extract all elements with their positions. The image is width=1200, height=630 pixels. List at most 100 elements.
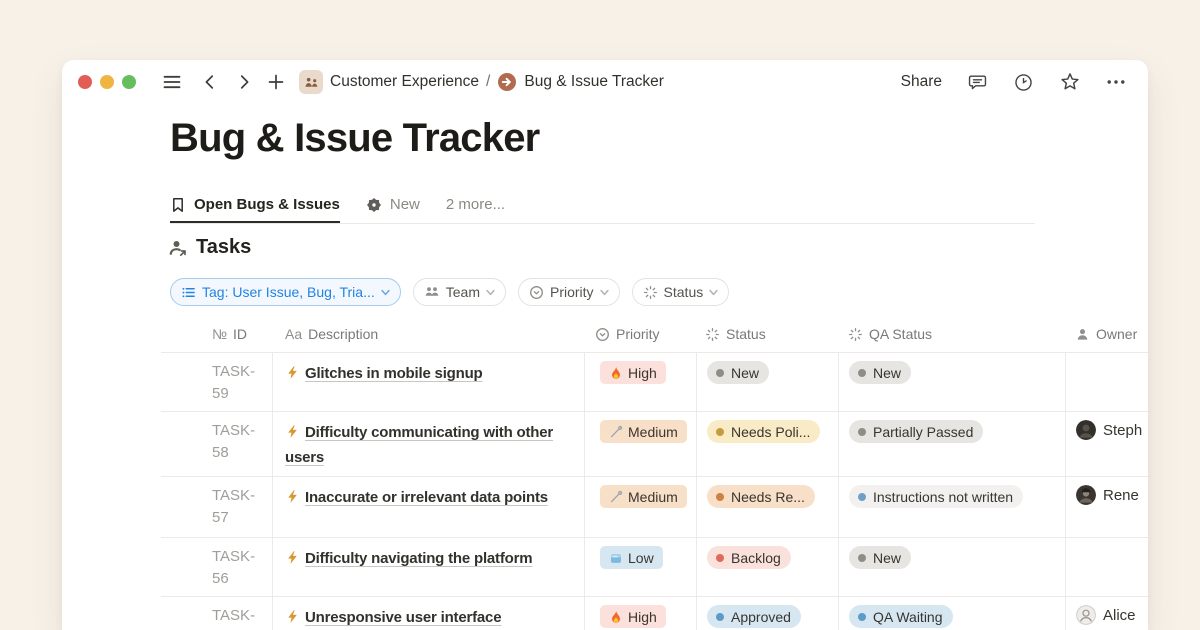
- column-header-owner[interactable]: Owner: [1066, 316, 1148, 352]
- task-link[interactable]: Inaccurate or irrelevant data points: [305, 489, 548, 506]
- task-link[interactable]: Difficulty communicating with other user…: [285, 424, 553, 466]
- cell-status[interactable]: New: [697, 353, 839, 411]
- status-pill[interactable]: Needs Re...: [707, 485, 815, 508]
- close-window-button[interactable]: [78, 75, 92, 89]
- cell-id[interactable]: TASK-56: [161, 538, 273, 596]
- cell-description[interactable]: Unresponsive user interface: [273, 597, 585, 630]
- filter-chip-team[interactable]: Team: [413, 278, 506, 306]
- priority-tag[interactable]: Medium: [600, 420, 687, 443]
- gear-icon: [366, 197, 382, 213]
- cell-qa-status[interactable]: New: [839, 538, 1066, 596]
- status-pill[interactable]: Backlog: [707, 546, 791, 569]
- status-pill[interactable]: New: [849, 361, 911, 384]
- cell-owner[interactable]: [1066, 353, 1148, 411]
- filter-chip-tag[interactable]: Tag: User Issue, Bug, Tria...: [170, 278, 401, 306]
- minimize-window-button[interactable]: [100, 75, 114, 89]
- status-pill[interactable]: New: [707, 361, 769, 384]
- status-pill[interactable]: Needs Poli...: [707, 420, 820, 443]
- needle-icon: [609, 490, 623, 504]
- priority-tag[interactable]: High: [600, 361, 666, 384]
- breadcrumb-page[interactable]: Bug & Issue Tracker: [524, 73, 664, 91]
- task-link[interactable]: Unresponsive user interface: [305, 609, 501, 626]
- new-page-plus-icon[interactable]: [267, 73, 285, 91]
- status-pill[interactable]: New: [849, 546, 911, 569]
- status-dot-icon: [858, 493, 866, 501]
- cell-owner[interactable]: Rene: [1066, 477, 1148, 537]
- workspace-people-icon[interactable]: [299, 70, 323, 94]
- tab-open-bugs-issues[interactable]: Open Bugs & Issues: [170, 188, 340, 223]
- back-icon[interactable]: [201, 73, 219, 91]
- column-header-qa-status[interactable]: QA Status: [839, 316, 1066, 352]
- status-pill[interactable]: Partially Passed: [849, 420, 983, 443]
- cell-description[interactable]: Inaccurate or irrelevant data points: [273, 477, 585, 537]
- status-dot-icon: [716, 428, 724, 436]
- status-dot-icon: [716, 613, 724, 621]
- fire-icon: [609, 366, 623, 380]
- cell-description[interactable]: Difficulty communicating with other user…: [273, 412, 585, 476]
- cell-priority[interactable]: Medium: [585, 477, 697, 537]
- window-toolbar: Customer Experience / Bug & Issue Tracke…: [62, 60, 1148, 104]
- column-header-priority[interactable]: Priority: [585, 316, 697, 352]
- lightning-bolt-icon: [285, 488, 300, 511]
- cell-id[interactable]: TASK-57: [161, 477, 273, 537]
- cell-status[interactable]: Needs Re...: [697, 477, 839, 537]
- cell-priority[interactable]: Medium: [585, 412, 697, 476]
- tab-new[interactable]: New: [366, 188, 420, 223]
- breadcrumb: Customer Experience / Bug & Issue Tracke…: [299, 70, 664, 94]
- cell-owner[interactable]: [1066, 538, 1148, 596]
- menu-hamburger-icon[interactable]: [162, 72, 182, 92]
- filter-chip-priority[interactable]: Priority: [518, 278, 620, 306]
- filter-chip-label: Status: [664, 284, 704, 300]
- priority-tag[interactable]: Medium: [600, 485, 687, 508]
- cell-priority[interactable]: High: [585, 597, 697, 630]
- lightning-bolt-icon: [285, 423, 300, 446]
- page-arrow-circle-icon[interactable]: [497, 72, 517, 92]
- cell-priority[interactable]: Low: [585, 538, 697, 596]
- status-dot-icon: [716, 369, 724, 377]
- forward-icon[interactable]: [235, 73, 253, 91]
- linked-view-header: Tasks: [168, 236, 251, 259]
- cell-qa-status[interactable]: Instructions not written: [839, 477, 1066, 537]
- cell-description[interactable]: Glitches in mobile signup: [273, 353, 585, 411]
- filter-chip-status[interactable]: Status: [632, 278, 730, 306]
- cell-status[interactable]: Backlog: [697, 538, 839, 596]
- column-header-description[interactable]: Aa Description: [273, 316, 585, 352]
- cell-id[interactable]: TASK-58: [161, 412, 273, 476]
- cell-id[interactable]: TASK-59: [161, 353, 273, 411]
- cell-owner[interactable]: Alice: [1066, 597, 1148, 630]
- history-clock-icon[interactable]: [1013, 72, 1034, 93]
- cell-id[interactable]: TASK-: [161, 597, 273, 630]
- status-pill[interactable]: QA Waiting: [849, 605, 953, 628]
- table-row: TASK-56 Difficulty navigating the platfo…: [161, 537, 1148, 596]
- task-link[interactable]: Difficulty navigating the platform: [305, 550, 532, 567]
- status-pill[interactable]: Instructions not written: [849, 485, 1023, 508]
- cell-qa-status[interactable]: Partially Passed: [839, 412, 1066, 476]
- cell-status[interactable]: Approved: [697, 597, 839, 630]
- cell-description[interactable]: Difficulty navigating the platform: [273, 538, 585, 596]
- cell-priority[interactable]: High: [585, 353, 697, 411]
- cell-qa-status[interactable]: QA Waiting: [839, 597, 1066, 630]
- bookmark-icon: [170, 197, 186, 213]
- priority-tag[interactable]: Low: [600, 546, 663, 569]
- column-header-status[interactable]: Status: [697, 316, 839, 352]
- share-button[interactable]: Share: [901, 73, 942, 91]
- text-icon: Aa: [285, 326, 302, 342]
- lightning-bolt-icon: [285, 364, 300, 387]
- cell-owner[interactable]: Steph: [1066, 412, 1148, 476]
- tab-more[interactable]: 2 more...: [446, 188, 505, 223]
- cell-status[interactable]: Needs Poli...: [697, 412, 839, 476]
- status-pill[interactable]: Approved: [707, 605, 801, 628]
- zoom-window-button[interactable]: [122, 75, 136, 89]
- comments-icon[interactable]: [967, 72, 988, 93]
- more-ellipsis-icon[interactable]: [1106, 72, 1126, 92]
- priority-tag[interactable]: High: [600, 605, 666, 628]
- favorite-star-icon[interactable]: [1059, 71, 1081, 93]
- status-dot-icon: [858, 369, 866, 377]
- page-title: Bug & Issue Tracker: [170, 114, 539, 162]
- avatar: [1076, 485, 1096, 505]
- cell-qa-status[interactable]: New: [839, 353, 1066, 411]
- column-header-id[interactable]: № ID: [161, 316, 273, 352]
- breadcrumb-workspace[interactable]: Customer Experience: [330, 73, 479, 91]
- task-link[interactable]: Glitches in mobile signup: [305, 365, 483, 382]
- person-icon: [1075, 327, 1090, 342]
